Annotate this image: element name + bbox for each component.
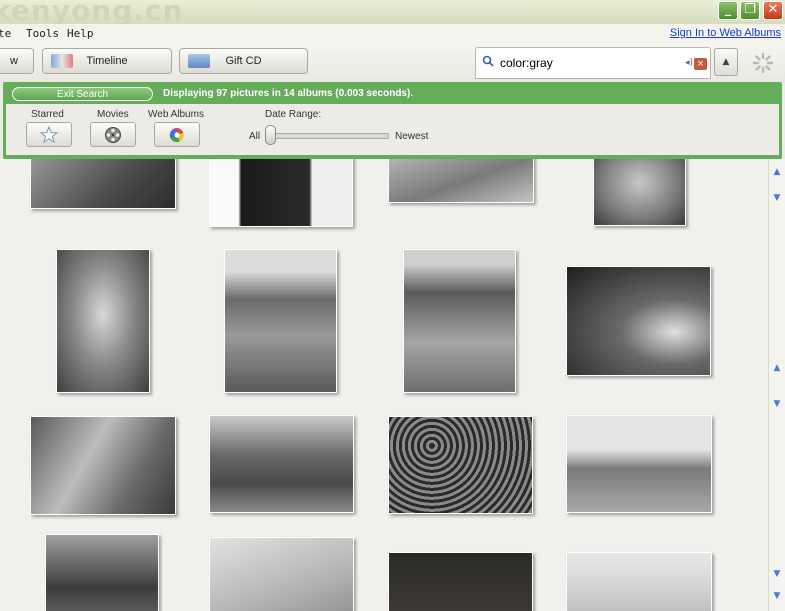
photo-thumbnail[interactable]: [566, 415, 712, 513]
search-results-panel: Exit Search Displaying 97 pictures in 14…: [3, 82, 782, 159]
photo-thumbnail[interactable]: [593, 159, 686, 226]
photo-thumbnail[interactable]: [388, 552, 533, 611]
search-box: ◂) ×: [475, 47, 711, 79]
search-icon: [482, 55, 494, 67]
movies-label: Movies: [97, 109, 129, 120]
menu-help[interactable]: Help: [67, 27, 94, 40]
scroll-down-icon[interactable]: ▼: [771, 193, 783, 203]
web-albums-filter-button[interactable]: [154, 122, 200, 147]
photo-thumbnail[interactable]: [56, 249, 150, 393]
gift-cd-button[interactable]: Gift CD: [179, 48, 308, 74]
timeline-button[interactable]: Timeline: [42, 48, 172, 74]
search-status: Displaying 97 pictures in 14 albums (0.0…: [163, 88, 414, 99]
gift-cd-button-label: Gift CD: [225, 55, 262, 67]
timeline-button-label: Timeline: [86, 55, 128, 67]
date-range-label: Date Range:: [265, 109, 322, 120]
scroll-down-icon[interactable]: ▼: [771, 399, 783, 409]
photo-thumbnail[interactable]: [566, 552, 712, 611]
date-range-all-label: All: [249, 131, 261, 142]
close-button[interactable]: ✕: [763, 1, 783, 20]
date-range-slider-thumb[interactable]: [265, 125, 276, 145]
toolbar: w Timeline Gift CD ◂) × ▲: [0, 43, 785, 83]
photo-thumbnail[interactable]: [209, 415, 354, 513]
photo-thumbnail[interactable]: [30, 159, 176, 209]
photo-thumbnail[interactable]: [209, 159, 353, 227]
slideshow-button-label: w: [10, 55, 18, 67]
scroll-down-icon[interactable]: ▼: [771, 569, 783, 579]
scroll-down-icon[interactable]: ▼: [771, 591, 783, 601]
photo-thumbnail[interactable]: [30, 416, 176, 515]
starred-label: Starred: [31, 109, 64, 120]
sign-in-link[interactable]: Sign In to Web Albums: [670, 27, 781, 39]
movies-filter-button[interactable]: [90, 122, 136, 147]
date-range-newest-label: Newest: [395, 131, 429, 142]
collapse-search-button[interactable]: ▲: [714, 48, 738, 76]
menu-tools[interactable]: Tools: [26, 27, 59, 40]
photo-thumbnail[interactable]: [403, 249, 516, 393]
photo-thumbnail[interactable]: [388, 416, 533, 514]
maximize-button[interactable]: ❐: [740, 1, 760, 20]
scroll-up-icon[interactable]: ▲: [771, 167, 783, 177]
exit-search-button[interactable]: Exit Search: [12, 87, 153, 101]
star-icon: [40, 126, 58, 144]
photo-thumbnail[interactable]: [209, 537, 354, 611]
film-reel-icon: [105, 127, 121, 143]
scroll-up-icon[interactable]: ▲: [771, 363, 783, 373]
minimize-button[interactable]: _: [718, 1, 738, 20]
menu-bar: te Tools Help Sign In to Web Albums: [0, 24, 785, 43]
starred-filter-button[interactable]: [26, 122, 72, 147]
speaker-icon: ◂): [685, 58, 694, 68]
search-input[interactable]: [500, 55, 660, 71]
spinner-icon: [752, 52, 774, 74]
menu-create[interactable]: te: [0, 27, 11, 40]
date-range-slider[interactable]: [269, 133, 389, 139]
web-albums-label: Web Albums: [148, 109, 204, 120]
slideshow-button[interactable]: w: [0, 48, 34, 74]
title-bar: kenyong.cn _ ❐ ✕: [0, 0, 785, 27]
photo-thumbnail[interactable]: [224, 249, 337, 393]
photo-thumbnail[interactable]: [566, 266, 711, 376]
clear-search-icon[interactable]: ×: [694, 58, 707, 70]
photo-grid-scrollbar[interactable]: ▲ ▼ ▲ ▼ ▼ ▼: [768, 159, 785, 611]
photo-thumbnail[interactable]: [45, 534, 159, 611]
watermark: kenyong.cn: [0, 0, 184, 27]
web-albums-icon: [169, 127, 184, 143]
photo-grid: [0, 159, 768, 611]
photo-thumbnail[interactable]: [388, 159, 534, 203]
filter-area: Starred Movies Web Albums Date Range: Al…: [6, 104, 779, 155]
